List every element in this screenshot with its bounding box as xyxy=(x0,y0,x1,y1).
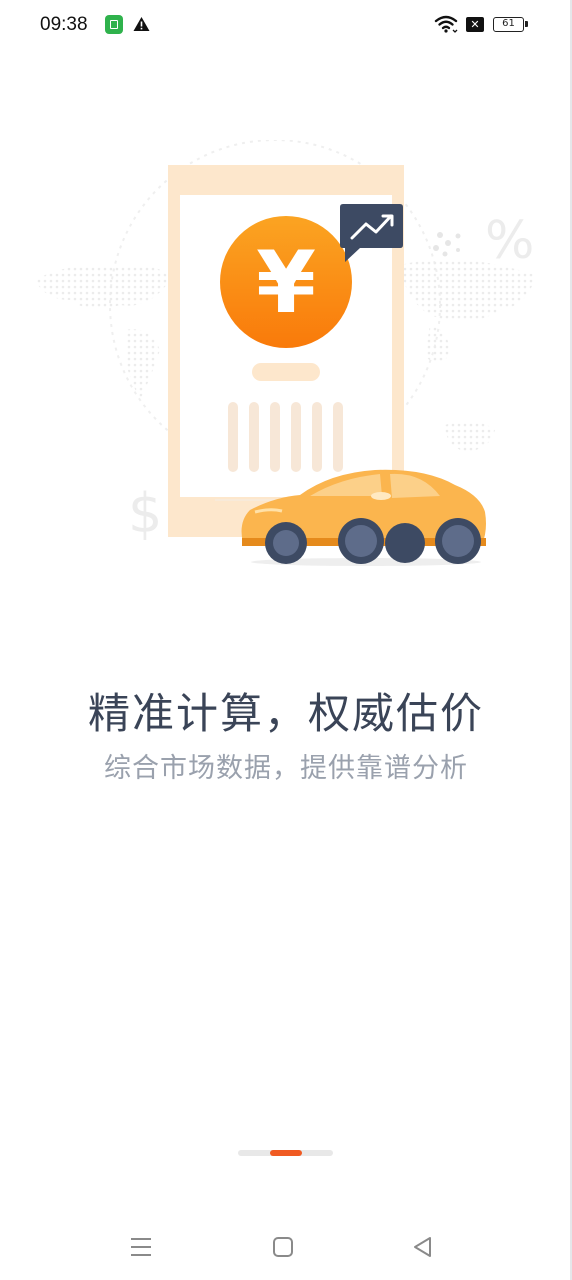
yen-coin-icon: ¥ xyxy=(220,216,352,348)
navigation-bar xyxy=(0,1210,572,1280)
onboarding-subtitle: 综合市场数据，提供靠谱分析 xyxy=(104,753,468,784)
app-notification-icon xyxy=(105,15,123,34)
onboarding-title: 精准计算，权威估价 xyxy=(87,689,484,738)
menu-icon[interactable] xyxy=(128,1234,154,1260)
battery-icon: 61 xyxy=(493,17,528,32)
back-icon[interactable] xyxy=(410,1234,436,1260)
page-indicator xyxy=(238,1150,333,1156)
home-icon[interactable] xyxy=(270,1234,296,1260)
page-indicator-active xyxy=(270,1150,302,1156)
no-sim-icon: ✕ xyxy=(466,17,484,32)
status-time: 09:38 xyxy=(40,14,88,35)
warning-icon xyxy=(133,17,150,31)
status-bar: 09:38 ✕ 61 xyxy=(0,0,572,50)
svg-text:¥: ¥ xyxy=(256,233,316,333)
percent-symbol: % xyxy=(485,211,534,271)
onboarding-illustration: % $ ¥ xyxy=(35,140,535,566)
wifi-icon xyxy=(434,15,458,33)
dollar-symbol: $ xyxy=(128,482,162,545)
